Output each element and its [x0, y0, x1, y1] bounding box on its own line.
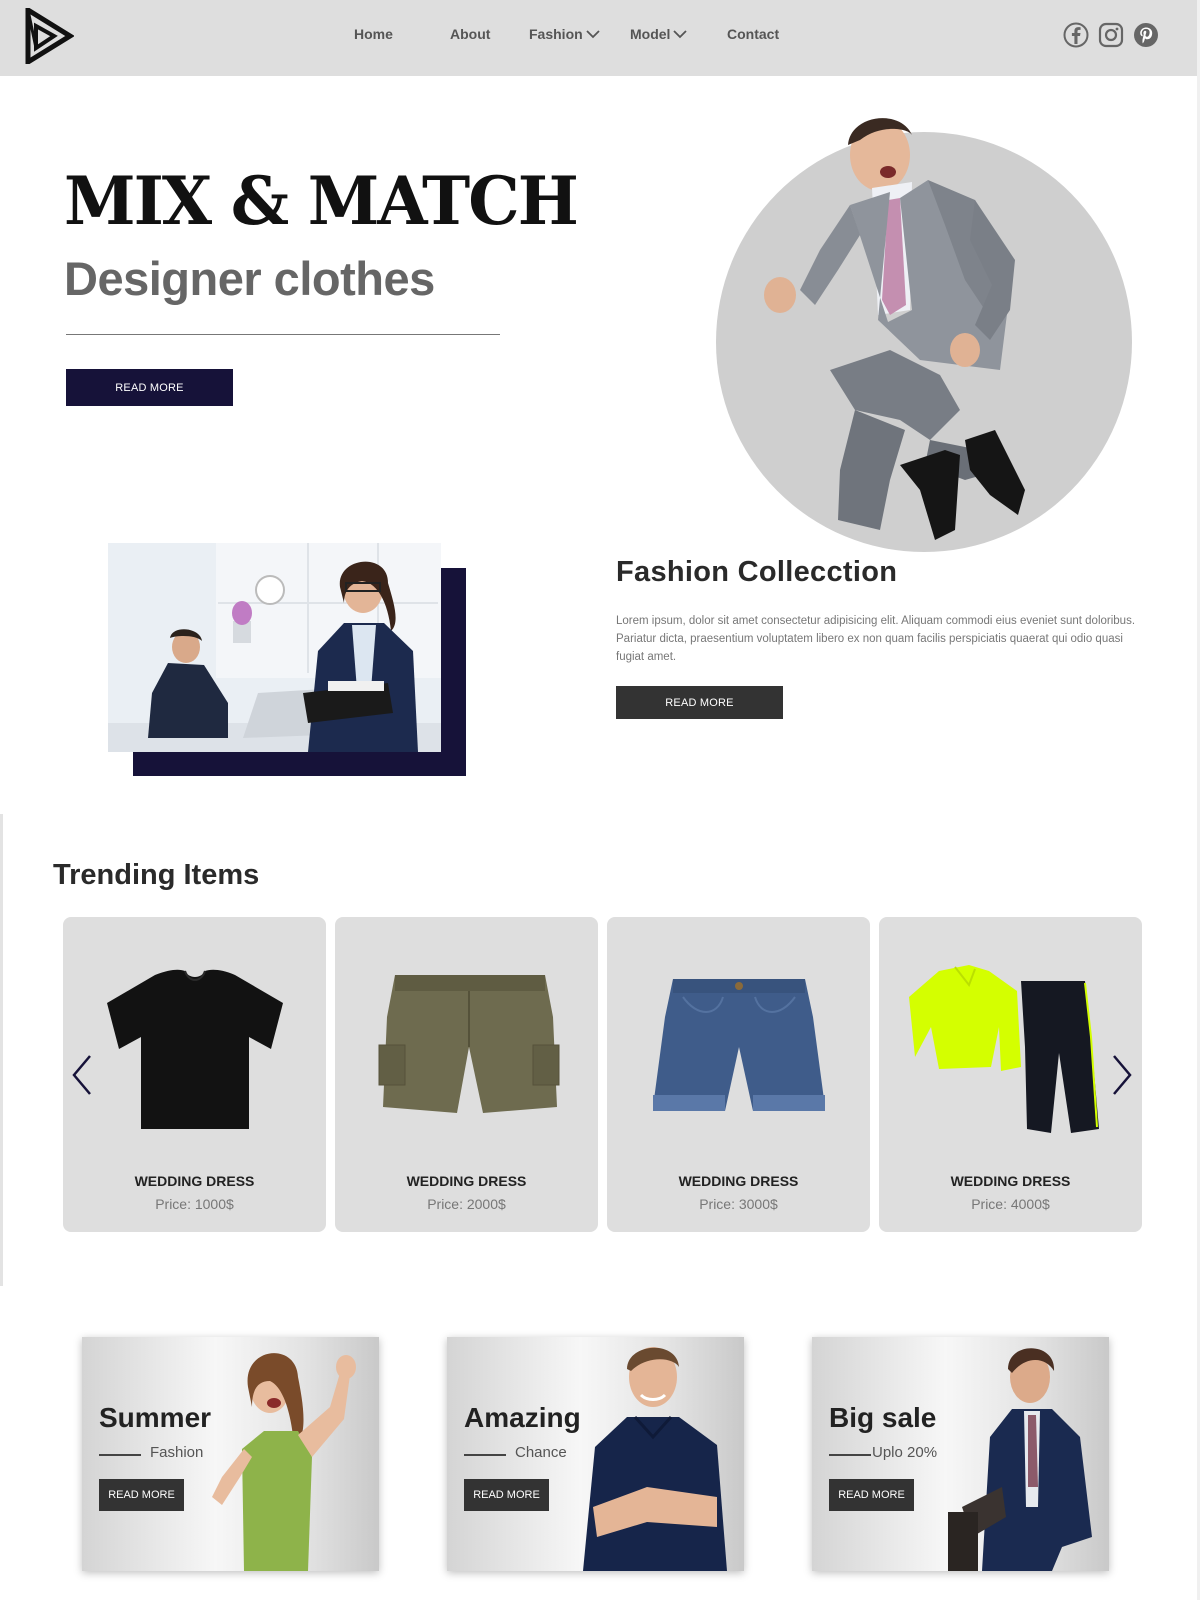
nav-fashion-label: Fashion	[529, 26, 583, 42]
nav-contact-label: Contact	[727, 26, 780, 42]
product-price: Price: 1000$	[155, 1196, 234, 1212]
promo-read-more-button[interactable]: READ MORE	[829, 1479, 914, 1511]
hero-subtitle: Designer clothes	[64, 252, 435, 305]
carousel-prev-arrow-icon[interactable]	[70, 1054, 94, 1096]
olive-cargo-shorts-image	[378, 975, 560, 1113]
nav-contact[interactable]: Contact	[727, 26, 779, 42]
promo-subtitle: Fashion	[150, 1444, 204, 1461]
site-header: Home About Fashion Model Contact	[0, 0, 1197, 76]
promo-banner-summer[interactable]: Summer Fashion READ MORE	[82, 1337, 379, 1571]
trending-title: Trending Items	[53, 859, 260, 891]
product-card[interactable]: WEDDING DRESS Price: 3000$	[607, 917, 870, 1232]
nav-about[interactable]: About	[450, 26, 490, 42]
chevron-down-icon	[586, 30, 600, 39]
product-card[interactable]: WEDDING DRESS Price: 1000$	[63, 917, 326, 1232]
section-left-border	[0, 814, 3, 1286]
hero-read-more-button[interactable]: READ MORE	[66, 369, 233, 406]
promo-title: Summer	[99, 1402, 212, 1433]
collection-read-more-button[interactable]: READ MORE	[616, 686, 783, 719]
promo-subtitle: Uplo 20%	[872, 1444, 938, 1461]
collection-title: Fashion Collecction	[616, 556, 898, 588]
smiling-man-polo-image	[583, 1347, 727, 1571]
black-tshirt-image	[107, 969, 283, 1129]
seated-businessman-image	[948, 1348, 1092, 1571]
promo-subtitle: Chance	[515, 1444, 567, 1461]
promo-divider	[829, 1454, 871, 1456]
office-team-photo	[108, 543, 441, 752]
nav-home-label: Home	[354, 26, 393, 42]
product-name: WEDDING DRESS	[678, 1173, 799, 1189]
jumping-businessman-image	[764, 118, 1025, 540]
hero-title: MIX & MATCH	[64, 162, 579, 240]
product-card[interactable]: WEDDING DRESS Price: 4000$	[879, 917, 1142, 1232]
product-price: Price: 3000$	[699, 1196, 778, 1212]
promo-banner-big-sale[interactable]: Big sale Uplo 20% READ MORE	[812, 1337, 1109, 1571]
carousel-next-arrow-icon[interactable]	[1110, 1054, 1134, 1096]
nav-about-label: About	[450, 26, 491, 42]
promo-title: Amazing	[464, 1402, 581, 1433]
nav-home[interactable]: Home	[354, 26, 393, 42]
promo-divider	[99, 1454, 141, 1456]
product-name: WEDDING DRESS	[406, 1173, 527, 1189]
neon-tracksuit-image	[909, 965, 1099, 1133]
collection-description: Lorem ipsum, dolor sit amet consectetur …	[616, 615, 1136, 663]
cheering-woman-image	[212, 1353, 356, 1571]
hero-divider	[66, 334, 500, 335]
promo-read-more-button[interactable]: READ MORE	[464, 1479, 549, 1511]
product-price: Price: 4000$	[971, 1196, 1050, 1212]
chevron-down-icon	[673, 30, 688, 39]
nav-model-label: Model	[630, 26, 671, 42]
promo-divider	[464, 1454, 506, 1456]
product-price: Price: 2000$	[427, 1196, 506, 1212]
promo-banner-amazing[interactable]: Amazing Chance READ MORE	[447, 1337, 744, 1571]
instagram-icon[interactable]	[1098, 22, 1124, 48]
promo-title: Big sale	[829, 1402, 937, 1433]
product-name: WEDDING DRESS	[134, 1173, 255, 1189]
denim-shorts-image	[653, 979, 825, 1111]
facebook-icon[interactable]	[1063, 22, 1089, 48]
main-nav: Home About Fashion Model Contact	[0, 26, 1197, 46]
promo-read-more-button[interactable]: READ MORE	[99, 1479, 184, 1511]
product-name: WEDDING DRESS	[950, 1173, 1071, 1189]
nav-model[interactable]: Model	[630, 26, 688, 42]
nav-fashion[interactable]: Fashion	[529, 26, 600, 42]
product-card[interactable]: WEDDING DRESS Price: 2000$	[335, 917, 598, 1232]
pinterest-icon[interactable]	[1133, 22, 1159, 48]
